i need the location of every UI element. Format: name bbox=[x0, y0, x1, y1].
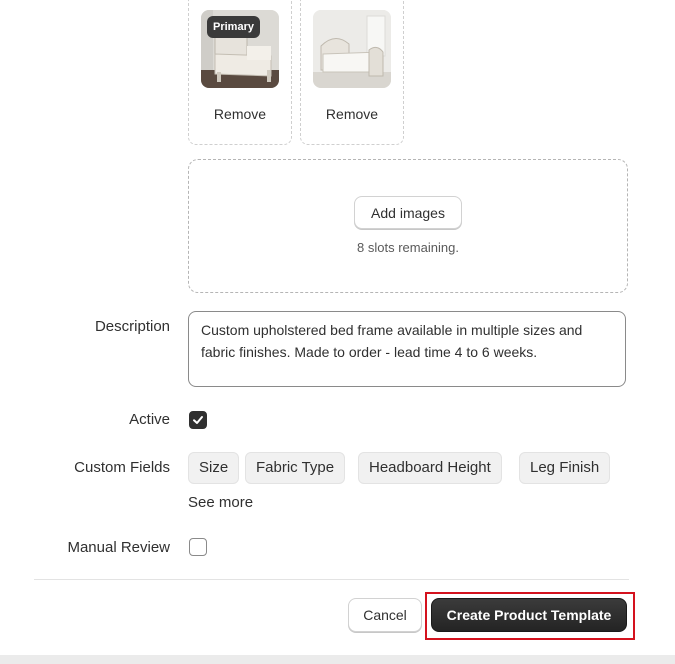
create-product-template-button[interactable]: Create Product Template bbox=[431, 598, 627, 632]
active-checkbox[interactable] bbox=[189, 411, 207, 429]
cancel-button[interactable]: Cancel bbox=[348, 598, 422, 632]
description-textarea[interactable]: Custom upholstered bed frame available i… bbox=[188, 311, 626, 387]
add-images-button[interactable]: Add images bbox=[354, 196, 462, 229]
image-card-primary: Primary Remove bbox=[188, 0, 292, 145]
remove-image-button[interactable]: Remove bbox=[301, 106, 403, 122]
custom-fields-label: Custom Fields bbox=[74, 459, 170, 476]
active-label: Active bbox=[129, 411, 170, 428]
see-more-link[interactable]: See more bbox=[188, 494, 253, 511]
manual-review-label: Manual Review bbox=[67, 539, 170, 556]
chip-size[interactable]: Size bbox=[188, 452, 240, 484]
bed-photo-2 bbox=[313, 10, 391, 88]
chip-headboard-height[interactable]: Headboard Height bbox=[358, 452, 502, 484]
footer-divider bbox=[34, 579, 629, 580]
chip-leg-finish[interactable]: Leg Finish bbox=[519, 452, 611, 484]
primary-badge: Primary bbox=[207, 16, 260, 38]
image-dropzone[interactable]: Add images 8 slots remaining. bbox=[188, 159, 628, 293]
chip-fabric-type[interactable]: Fabric Type bbox=[245, 452, 346, 484]
checkmark-icon bbox=[193, 416, 203, 424]
product-image-2[interactable] bbox=[313, 10, 391, 88]
manual-review-checkbox[interactable] bbox=[189, 538, 207, 556]
image-card-secondary: Remove bbox=[300, 0, 404, 145]
description-label: Description bbox=[94, 318, 170, 335]
slots-remaining-text: 8 slots remaining. bbox=[357, 240, 459, 255]
bottom-bar bbox=[0, 655, 675, 664]
product-image-1[interactable]: Primary bbox=[201, 10, 279, 88]
remove-image-button[interactable]: Remove bbox=[189, 106, 291, 122]
